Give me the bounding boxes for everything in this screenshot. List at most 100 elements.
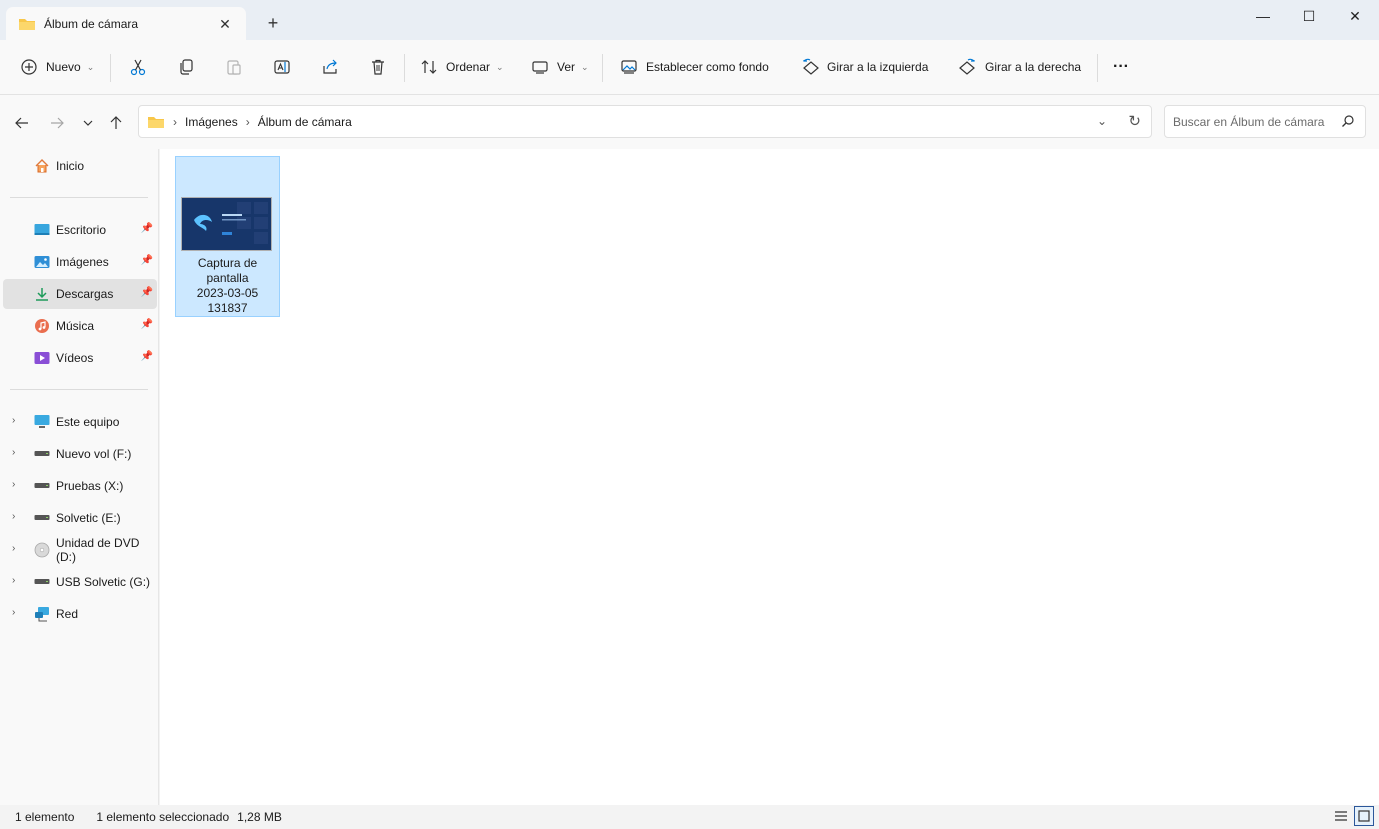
cut-button[interactable]	[129, 52, 147, 82]
divider	[10, 389, 148, 390]
forward-button[interactable]	[45, 112, 69, 134]
chevron-right-icon[interactable]: ›	[12, 447, 15, 458]
trash-icon	[372, 59, 384, 75]
sidebar-item-label: Imágenes	[56, 255, 109, 269]
tab-title: Álbum de cámara	[44, 16, 139, 31]
paste-button[interactable]	[225, 52, 243, 82]
sidebar-item-label: USB Solvetic (G:)	[56, 575, 151, 589]
sidebar-item-escritorio[interactable]: Escritorio 📌	[3, 215, 157, 245]
pin-icon[interactable]: 📌	[141, 223, 153, 234]
file-name-line: pantalla	[206, 271, 249, 285]
divider	[10, 197, 148, 198]
file-item[interactable]: Captura de pantalla 2023-03-05 131837	[175, 156, 280, 317]
close-window-button[interactable]: ✕	[1332, 0, 1378, 32]
divider	[602, 54, 603, 82]
sidebar-item-label: Unidad de DVD (D:)	[56, 536, 140, 564]
pin-icon[interactable]: 📌	[141, 351, 153, 362]
file-name-line: 2023-03-05	[196, 286, 259, 300]
minimize-button[interactable]: —	[1240, 0, 1286, 32]
new-label: Nuevo	[46, 60, 81, 74]
up-button[interactable]	[104, 112, 128, 134]
sidebar-item-imagenes[interactable]: Imágenes 📌	[3, 247, 157, 277]
home-icon	[34, 158, 50, 174]
copy-icon	[180, 59, 193, 75]
address-history-chevron-icon[interactable]: ⌄	[1097, 114, 1107, 128]
sort-button[interactable]: Ordenar ⌄	[420, 52, 504, 82]
share-button[interactable]	[321, 52, 339, 82]
divider	[1097, 54, 1098, 82]
rotate-left-label: Girar a la izquierda	[827, 60, 929, 74]
address-bar[interactable]: › Imágenes › Álbum de cámara ⌄ ↻	[138, 105, 1152, 138]
back-button[interactable]	[10, 112, 34, 134]
screenshot-thumbnail-icon	[182, 198, 271, 250]
sidebar-item-usb-solvetic[interactable]: › USB Solvetic (G:)	[3, 567, 157, 597]
breadcrumb-album-de-camara[interactable]: Álbum de cámara	[258, 115, 352, 129]
search-placeholder: Buscar en Álbum de cámara	[1173, 114, 1325, 129]
address-row: › Imágenes › Álbum de cámara ⌄ ↻ Buscar …	[0, 95, 1379, 149]
drive-icon	[34, 574, 50, 590]
chevron-right-icon[interactable]: ›	[12, 511, 15, 522]
folder-icon	[148, 116, 164, 128]
chevron-down-icon: ⌄	[86, 61, 95, 72]
close-tab-icon[interactable]: ✕	[214, 13, 236, 35]
tiles-view-icon	[1358, 810, 1370, 822]
set-background-label: Establecer como fondo	[646, 60, 769, 74]
sidebar-item-videos[interactable]: Vídeos 📌	[3, 343, 157, 373]
rename-button[interactable]	[273, 52, 291, 82]
chevron-right-icon[interactable]: ›	[12, 479, 15, 490]
pictures-icon	[34, 254, 50, 270]
file-name: Captura de pantalla 2023-03-05 131837	[176, 256, 279, 316]
sidebar-item-musica[interactable]: Música 📌	[3, 311, 157, 341]
sidebar-item-label: Música	[56, 319, 95, 333]
tab-album-de-camara[interactable]: Álbum de cámara ✕	[6, 7, 246, 40]
chevron-right-icon[interactable]: ›	[12, 543, 15, 554]
sidebar-item-pruebas[interactable]: › Pruebas (X:)	[3, 471, 157, 501]
chevron-right-icon[interactable]: ›	[12, 607, 15, 618]
large-icons-view-button[interactable]	[1354, 806, 1374, 826]
file-list-area[interactable]: Captura de pantalla 2023-03-05 131837	[160, 149, 1379, 805]
sidebar-item-label: Inicio	[56, 159, 85, 173]
sidebar-item-solvetic[interactable]: › Solvetic (E:)	[3, 503, 157, 533]
maximize-button[interactable]: ☐	[1286, 0, 1332, 32]
sidebar-item-nuevo-vol[interactable]: › Nuevo vol (F:)	[3, 439, 157, 469]
sidebar-item-descargas[interactable]: Descargas 📌	[3, 279, 157, 309]
recent-locations-button[interactable]	[76, 112, 100, 134]
view-button[interactable]: Ver ⌄	[531, 52, 589, 82]
chevron-right-icon[interactable]: ›	[12, 575, 15, 586]
set-background-button[interactable]: Establecer como fondo	[620, 52, 769, 82]
sidebar-item-label: Vídeos	[56, 351, 94, 365]
rotate-right-icon	[959, 58, 975, 75]
sidebar-item-dvd[interactable]: › Unidad de DVD (D:)	[3, 535, 157, 565]
sidebar-item-home[interactable]: Inicio	[3, 151, 157, 181]
image-thumbnail	[181, 197, 272, 251]
pin-icon[interactable]: 📌	[141, 319, 153, 330]
drive-icon	[34, 478, 50, 494]
title-bar: Álbum de cámara ✕ + — ☐ ✕	[0, 0, 1379, 40]
new-tab-button[interactable]: +	[262, 12, 284, 34]
search-input[interactable]: Buscar en Álbum de cámara	[1164, 105, 1366, 138]
sidebar-item-label: Nuevo vol (F:)	[56, 447, 132, 461]
new-button[interactable]: Nuevo ⌄	[20, 52, 94, 82]
delete-button[interactable]	[369, 52, 387, 82]
chevron-right-icon[interactable]: ›	[12, 415, 15, 426]
rotate-left-button[interactable]: Girar a la izquierda	[801, 52, 928, 82]
chevron-down-icon: ⌄	[581, 61, 589, 72]
sidebar-item-label: Solvetic (E:)	[56, 511, 121, 525]
sidebar-item-label: Este equipo	[56, 415, 120, 429]
details-view-button[interactable]	[1331, 806, 1351, 826]
more-options-button[interactable]: ···	[1113, 52, 1129, 82]
breadcrumb-imagenes[interactable]: Imágenes	[185, 115, 238, 129]
pin-icon[interactable]: 📌	[141, 255, 153, 266]
refresh-icon[interactable]: ↻	[1128, 112, 1141, 130]
pin-icon[interactable]: 📌	[141, 287, 153, 298]
sidebar-item-red[interactable]: › Red	[3, 599, 157, 629]
arrow-left-icon	[15, 117, 28, 129]
rotate-right-button[interactable]: Girar a la derecha	[959, 52, 1081, 82]
copy-button[interactable]	[177, 52, 195, 82]
view-label: Ver	[557, 60, 576, 74]
breadcrumb-separator-icon: ›	[245, 114, 250, 129]
folder-icon	[19, 18, 35, 30]
videos-icon	[34, 350, 50, 366]
sidebar-item-este-equipo[interactable]: › Este equipo	[3, 407, 157, 437]
rotate-left-icon	[803, 58, 819, 75]
